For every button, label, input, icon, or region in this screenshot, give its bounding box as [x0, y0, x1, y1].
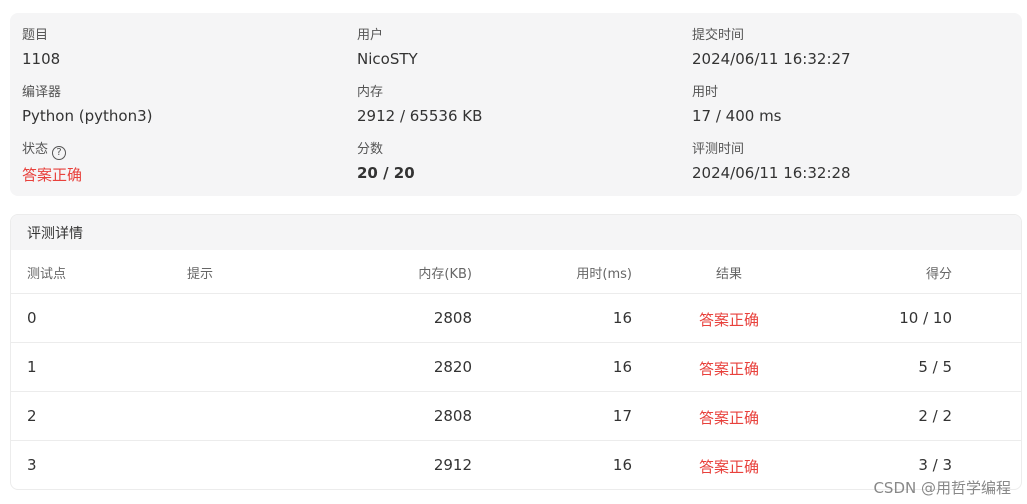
result-cell: 答案正确 — [698, 360, 759, 378]
user-value[interactable]: NicoSTY — [357, 49, 418, 69]
time-value: 17 / 400 ms — [692, 107, 782, 125]
result-cell: 答案正确 — [698, 458, 759, 476]
status-info: 状态? 答案正确 — [22, 141, 82, 185]
col-score: 得分 — [925, 267, 952, 282]
judge-details-card: 评测详情 测试点 提示 内存(KB) 用时(ms) 结果 得分 0 2808 1… — [10, 214, 1022, 490]
problem-info: 题目 1108 — [22, 27, 60, 69]
score-label: 分数 — [357, 142, 384, 157]
user-info: 用户 NicoSTY — [357, 27, 418, 69]
result-cell: 答案正确 — [698, 409, 759, 427]
status-value: 答案正确 — [22, 166, 83, 184]
question-circle-icon[interactable]: ? — [52, 146, 67, 160]
col-time: 用时(ms) — [576, 267, 632, 282]
user-label: 用户 — [357, 28, 384, 43]
col-result: 结果 — [715, 267, 742, 282]
memory-info: 内存 2912 / 65536 KB — [357, 84, 482, 126]
memory-cell: 2808 — [433, 407, 472, 425]
status-label-row: 状态? — [22, 141, 82, 160]
score-cell: 10 / 10 — [899, 309, 952, 327]
problem-value[interactable]: 1108 — [22, 49, 60, 69]
judge-time-info: 评测时间 2024/06/11 16:32:28 — [692, 141, 851, 183]
compiler-label: 编译器 — [22, 85, 62, 100]
submit-time-label: 提交时间 — [692, 28, 745, 43]
table-row: 2 2808 17 答案正确 2 / 2 — [11, 392, 1021, 441]
col-hint: 提示 — [187, 267, 214, 282]
memory-label: 内存 — [357, 85, 384, 100]
score-cell: 2 / 2 — [918, 407, 952, 425]
judge-time-value: 2024/06/11 16:32:28 — [692, 164, 851, 182]
score-value: 20 / 20 — [357, 164, 415, 182]
time-cell: 16 — [612, 358, 632, 376]
table-row: 0 2808 16 答案正确 10 / 10 — [11, 294, 1021, 343]
time-cell: 16 — [612, 456, 632, 474]
time-cell: 17 — [612, 407, 632, 425]
table-row: 3 2912 16 答案正确 3 / 3 — [11, 441, 1021, 489]
memory-cell: 2808 — [433, 309, 472, 327]
csdn-watermark: CSDN @用哲学编程 — [873, 479, 1011, 497]
judge-details-title: 评测详情 — [11, 215, 1021, 250]
case-cell: 1 — [27, 358, 37, 376]
time-label: 用时 — [692, 85, 719, 100]
score-cell: 3 / 3 — [918, 456, 952, 474]
time-info: 用时 17 / 400 ms — [692, 84, 782, 126]
time-cell: 16 — [612, 309, 632, 327]
compiler-value: Python (python3) — [22, 107, 153, 125]
col-case: 测试点 — [27, 267, 67, 282]
problem-label: 题目 — [22, 28, 49, 43]
details-table-header: 测试点 提示 内存(KB) 用时(ms) 结果 得分 — [11, 250, 1021, 294]
submit-time-info: 提交时间 2024/06/11 16:32:27 — [692, 27, 851, 69]
memory-cell: 2820 — [433, 358, 472, 376]
compiler-info: 编译器 Python (python3) — [22, 84, 152, 126]
case-cell: 2 — [27, 407, 37, 425]
submission-info-card: 题目 1108 用户 NicoSTY 提交时间 2024/06/11 16:32… — [10, 13, 1022, 196]
result-cell: 答案正确 — [698, 311, 759, 329]
col-memory: 内存(KB) — [418, 267, 472, 282]
memory-cell: 2912 — [433, 456, 472, 474]
submit-time-value: 2024/06/11 16:32:27 — [692, 50, 851, 68]
judge-time-label: 评测时间 — [692, 142, 745, 157]
score-info: 分数 20 / 20 — [357, 141, 415, 183]
score-cell: 5 / 5 — [918, 358, 952, 376]
case-cell: 0 — [27, 309, 37, 327]
case-cell: 3 — [27, 456, 37, 474]
table-row: 1 2820 16 答案正确 5 / 5 — [11, 343, 1021, 392]
status-label: 状态 — [22, 142, 49, 157]
memory-value: 2912 / 65536 KB — [357, 107, 483, 125]
